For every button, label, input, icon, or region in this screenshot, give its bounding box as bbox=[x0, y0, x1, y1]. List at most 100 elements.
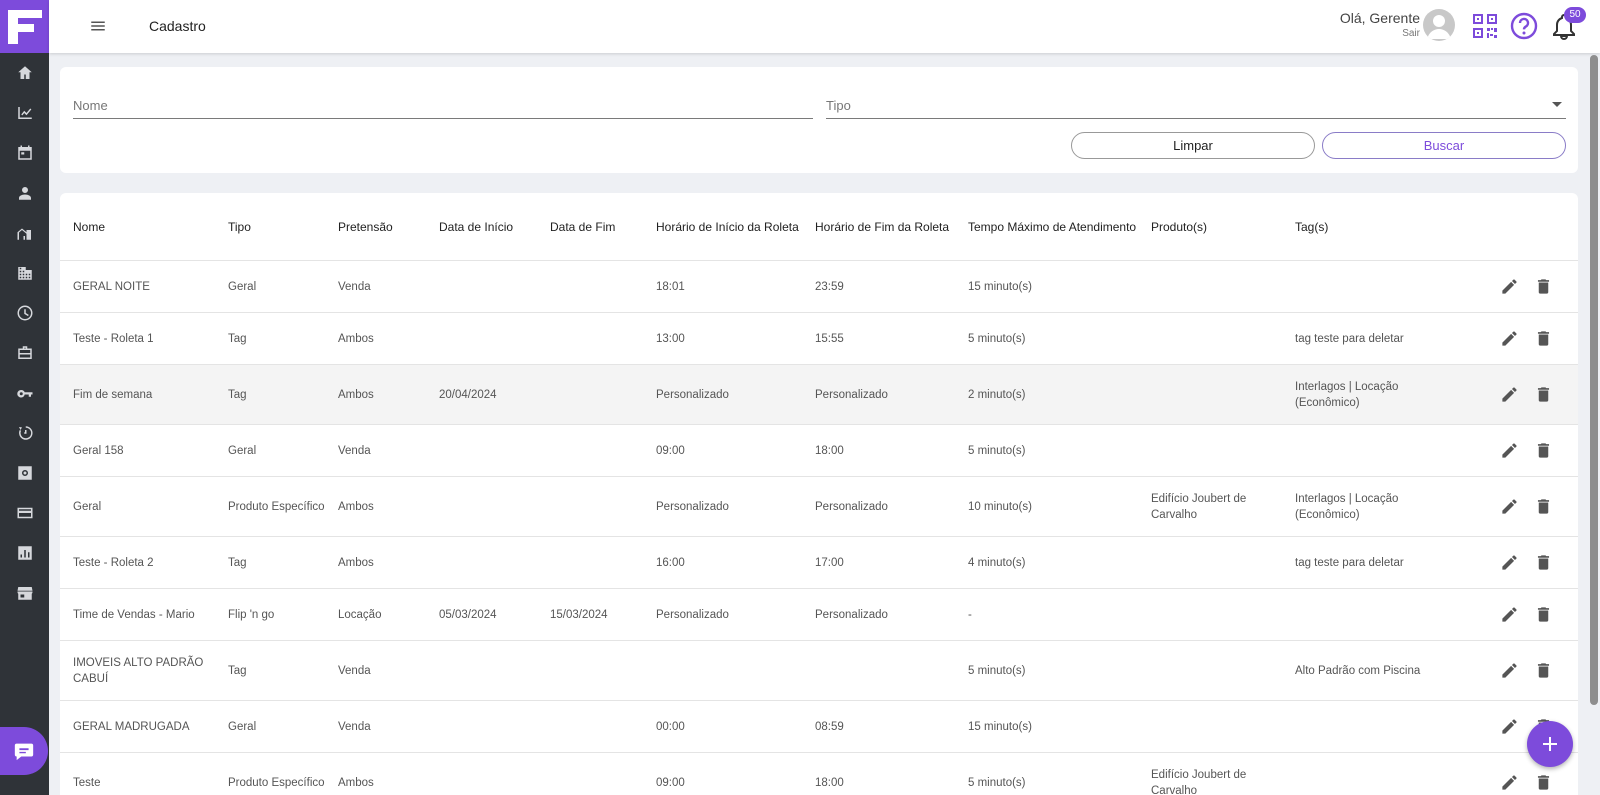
menu-icon[interactable] bbox=[89, 17, 107, 35]
plus-icon bbox=[1543, 737, 1557, 751]
name-filter-input[interactable]: Nome bbox=[73, 97, 813, 119]
logout-link[interactable]: Sair bbox=[1340, 28, 1420, 39]
qr-code-icon[interactable] bbox=[1471, 12, 1499, 40]
table-cell: tag teste para deletar bbox=[1295, 556, 1404, 569]
notification-badge: 50 bbox=[1564, 7, 1586, 23]
table-cell: 05/03/2024 bbox=[439, 608, 497, 621]
sidebar-item-home[interactable] bbox=[0, 53, 49, 93]
table-cell: Geral bbox=[228, 444, 257, 457]
column-header: Horário de Início da Roleta bbox=[656, 220, 799, 234]
sidebar-item-settings-box[interactable] bbox=[0, 453, 49, 493]
sidebar-item-person[interactable] bbox=[0, 173, 49, 213]
sidebar-item-calendar[interactable] bbox=[0, 133, 49, 173]
column-header: Tipo bbox=[228, 220, 251, 234]
table-cell: GERAL MADRUGADA bbox=[73, 720, 190, 733]
app-logo[interactable] bbox=[0, 0, 49, 53]
table-cell bbox=[1295, 701, 1435, 752]
table-cell bbox=[439, 641, 544, 700]
edit-button[interactable] bbox=[1500, 425, 1519, 476]
delete-button[interactable] bbox=[1534, 425, 1553, 476]
table-row[interactable]: Teste - Roleta 1 Tag Ambos 13:00 15:55 5 minu… bbox=[60, 313, 1578, 365]
sidebar-item-apartment[interactable] bbox=[0, 253, 49, 293]
edit-button[interactable] bbox=[1500, 313, 1519, 364]
delete-button[interactable] bbox=[1534, 641, 1553, 700]
sidebar-item-history[interactable] bbox=[0, 413, 49, 453]
page-scrollbar[interactable] bbox=[1590, 55, 1598, 705]
table-cell: Geral bbox=[228, 280, 257, 293]
add-button[interactable] bbox=[1527, 721, 1573, 767]
delete-button[interactable] bbox=[1534, 477, 1553, 536]
table-cell: 18:00 bbox=[815, 444, 844, 457]
table-row[interactable]: Geral Produto Específico Ambos Personalizad… bbox=[60, 477, 1578, 537]
chart-icon bbox=[17, 107, 32, 119]
delete-button[interactable] bbox=[1534, 261, 1553, 312]
table-cell bbox=[815, 641, 961, 700]
table-cell: 2 minuto(s) bbox=[968, 388, 1026, 401]
table-cell: 15:55 bbox=[815, 332, 844, 345]
edit-button[interactable] bbox=[1500, 477, 1519, 536]
edit-button[interactable] bbox=[1500, 537, 1519, 588]
type-filter-label: Tipo bbox=[826, 98, 851, 113]
greeting-text: Olá, Gerente bbox=[1339, 10, 1420, 26]
sidebar-item-store[interactable] bbox=[0, 573, 49, 613]
edit-button[interactable] bbox=[1500, 753, 1519, 795]
sidebar-item-building[interactable] bbox=[0, 213, 49, 253]
clear-button[interactable]: Limpar bbox=[1071, 132, 1315, 159]
table-row[interactable]: Fim de semana Tag Ambos 20/04/2024 Personali… bbox=[60, 365, 1578, 425]
sidebar-item-key[interactable] bbox=[0, 373, 49, 413]
table-cell: Tag bbox=[228, 556, 247, 569]
apartment-icon bbox=[17, 267, 32, 280]
table-cell bbox=[1151, 365, 1287, 424]
table-cell: Venda bbox=[338, 720, 371, 733]
search-button[interactable]: Buscar bbox=[1322, 132, 1566, 159]
table-row[interactable]: GERAL NOITE Geral Venda 18:01 23:59 15 minuto… bbox=[60, 261, 1578, 313]
table-cell: 00:00 bbox=[656, 720, 685, 733]
table-cell: Tag bbox=[228, 332, 247, 345]
delete-button[interactable] bbox=[1534, 365, 1553, 424]
table-cell bbox=[439, 261, 544, 312]
edit-button[interactable] bbox=[1500, 365, 1519, 424]
table-row[interactable]: IMOVEIS ALTO PADRÃO CABUÍ Tag Venda 5 minut… bbox=[60, 641, 1578, 701]
help-icon[interactable] bbox=[1510, 12, 1538, 40]
sidebar-item-chart[interactable] bbox=[0, 93, 49, 133]
table-cell: Produto Específico bbox=[228, 776, 325, 789]
page-title: Cadastro bbox=[149, 18, 206, 34]
edit-button[interactable] bbox=[1500, 589, 1519, 640]
table-cell bbox=[1295, 589, 1435, 640]
history-icon bbox=[18, 426, 33, 440]
table-row[interactable]: Geral 158 Geral Venda 09:00 18:00 5 minuto(s) bbox=[60, 425, 1578, 477]
edit-button[interactable] bbox=[1500, 701, 1519, 752]
delete-icon bbox=[1537, 663, 1550, 678]
sidebar-item-card[interactable] bbox=[0, 493, 49, 533]
user-greeting: Olá, Gerente Sair bbox=[1340, 10, 1420, 39]
delete-button[interactable] bbox=[1534, 537, 1553, 588]
edit-icon bbox=[1502, 331, 1517, 346]
briefcase-icon bbox=[17, 346, 32, 359]
table-cell: Interlagos | Locação (Econômico) bbox=[1295, 492, 1399, 521]
table-row[interactable]: Teste Produto Específico Ambos 09:00 18:00 5 … bbox=[60, 753, 1578, 795]
table-cell bbox=[1151, 425, 1287, 476]
delete-icon bbox=[1537, 331, 1550, 346]
sidebar-item-bar-chart[interactable] bbox=[0, 533, 49, 573]
bar-chart-icon bbox=[17, 546, 32, 560]
table-row[interactable]: Time de Vendas - Mario Flip 'n go Locação 0… bbox=[60, 589, 1578, 641]
chat-button[interactable] bbox=[0, 727, 48, 775]
delete-icon bbox=[1537, 499, 1550, 514]
settings-box-icon bbox=[17, 466, 32, 480]
table-cell: Ambos bbox=[338, 776, 374, 789]
delete-button[interactable] bbox=[1534, 313, 1553, 364]
sidebar-item-clock[interactable] bbox=[0, 293, 49, 333]
table-row[interactable]: GERAL MADRUGADA Geral Venda 00:00 08:59 15 mi… bbox=[60, 701, 1578, 753]
table-cell bbox=[656, 641, 806, 700]
table-row[interactable]: Teste - Roleta 2 Tag Ambos 16:00 17:00 4 minu… bbox=[60, 537, 1578, 589]
type-filter-select[interactable]: Tipo bbox=[826, 97, 1566, 119]
sidebar-item-briefcase[interactable] bbox=[0, 333, 49, 373]
delete-button[interactable] bbox=[1534, 589, 1553, 640]
table-cell: Ambos bbox=[338, 388, 374, 401]
table-cell: Tag bbox=[228, 664, 247, 677]
table-cell: Produto Específico bbox=[228, 500, 325, 513]
edit-button[interactable] bbox=[1500, 641, 1519, 700]
edit-button[interactable] bbox=[1500, 261, 1519, 312]
table-cell bbox=[1295, 753, 1435, 795]
avatar[interactable] bbox=[1423, 9, 1455, 41]
